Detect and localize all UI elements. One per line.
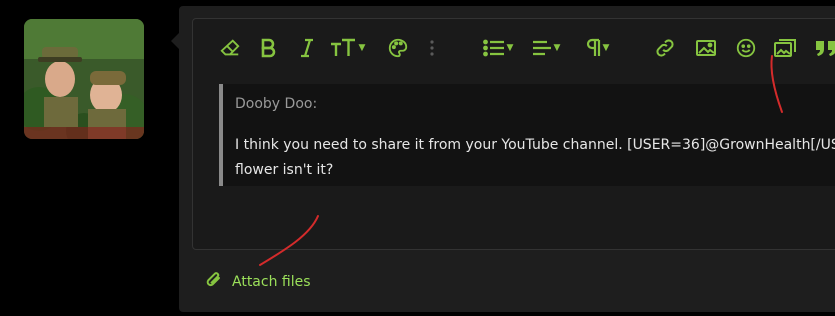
- bold-icon[interactable]: [257, 35, 279, 61]
- attach-files-label: Attach files: [232, 274, 311, 290]
- quote-body: I think you need to share it from your Y…: [235, 133, 835, 183]
- italic-icon[interactable]: [297, 35, 317, 61]
- eraser-icon[interactable]: [217, 35, 243, 61]
- align-icon[interactable]: ▼: [527, 35, 565, 61]
- smiley-icon[interactable]: [734, 35, 758, 61]
- palette-icon[interactable]: [386, 35, 410, 61]
- list-icon[interactable]: ▼: [479, 35, 517, 61]
- chevron-down-icon: ▼: [602, 43, 610, 53]
- user-avatar[interactable]: [24, 19, 144, 139]
- quote-icon[interactable]: [813, 35, 835, 61]
- chevron-down-icon: ▼: [358, 43, 366, 53]
- paperclip-icon: [204, 269, 224, 295]
- rich-text-editor[interactable]: ▼ ▼ ▼ ▼ Dooby Doo: I think you need to s…: [192, 18, 835, 250]
- paragraph-icon[interactable]: ▼: [579, 35, 615, 61]
- text-size-icon[interactable]: ▼: [327, 35, 367, 61]
- quote-line: flower isn't it?: [235, 162, 334, 178]
- more-vertical-icon[interactable]: [425, 35, 439, 61]
- quote-line: I think you need to share it from your Y…: [235, 137, 835, 153]
- editor-toolbar: ▼ ▼ ▼ ▼: [193, 19, 835, 77]
- attach-files-button[interactable]: Attach files: [204, 271, 311, 293]
- chevron-down-icon: ▼: [506, 43, 514, 53]
- quoted-message: Dooby Doo: I think you need to share it …: [219, 84, 835, 186]
- link-icon[interactable]: [653, 35, 677, 61]
- chevron-down-icon: ▼: [553, 43, 561, 53]
- image-icon[interactable]: [694, 35, 718, 61]
- panel-pointer: [171, 33, 179, 49]
- media-icon[interactable]: [772, 35, 798, 61]
- quote-author[interactable]: Dooby Doo:: [235, 96, 317, 112]
